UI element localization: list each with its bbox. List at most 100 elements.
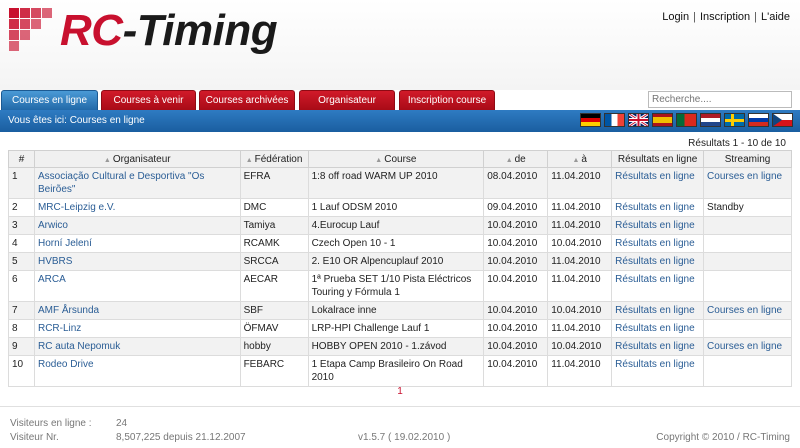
organisateur-link[interactable]: RCR-Linz — [38, 323, 81, 334]
course-cell: Lokalrace inne — [311, 305, 377, 316]
netherlands-flag-icon[interactable] — [700, 113, 721, 127]
streaming-link[interactable]: Courses en ligne — [707, 305, 782, 316]
table-row: 8 RCR-Linz ÖFMAV LRP-HPI Challenge Lauf 1 10… — [8, 319, 792, 338]
start-date-cell: 10.04.2010 — [487, 274, 538, 285]
row-number: 8 — [12, 323, 18, 334]
france-flag-icon[interactable] — [604, 113, 625, 127]
end-date-cell: 11.04.2010 — [551, 256, 601, 267]
results-link[interactable]: Résultats en ligne — [615, 256, 695, 267]
login-link[interactable]: Login — [662, 11, 689, 23]
tab-courses-a-venir[interactable]: Courses à venir — [101, 90, 196, 110]
tab-organisateur[interactable]: Organisateur — [299, 90, 395, 110]
uk-flag-icon[interactable] — [628, 113, 649, 127]
streaming-link[interactable]: Courses en ligne — [707, 171, 782, 182]
col-header-federation[interactable]: ▲ Fédération — [239, 150, 309, 168]
results-link[interactable]: Résultats en ligne — [615, 238, 695, 249]
czech-flag-icon[interactable] — [772, 113, 793, 127]
breadcrumb-bar: Vous êtes ici: Courses en ligne — [0, 110, 800, 132]
course-cell: LRP-HPI Challenge Lauf 1 — [307, 319, 485, 338]
start-date-cell: 10.04.2010 — [483, 234, 549, 253]
sweden-flag-icon[interactable] — [724, 113, 745, 127]
row-number: 4 — [8, 234, 35, 253]
tab-courses-archivees[interactable]: Courses archivées — [199, 90, 295, 110]
results-cell: Résultats en ligne — [611, 270, 705, 302]
copyright: Copyright © 2010 / RC-Timing — [656, 432, 790, 443]
start-date-cell: 10.04.2010 — [487, 305, 538, 316]
sort-arrow-icon: ▲ — [375, 156, 383, 164]
row-number: 4 — [12, 238, 18, 249]
organisateur-link[interactable]: ARCA — [38, 274, 66, 285]
tab-inscription-course[interactable]: Inscription course — [399, 90, 495, 110]
start-date-cell: 10.04.2010 — [483, 270, 549, 302]
site-logo[interactable]: RC-Timing — [60, 6, 278, 56]
federation-cell: FEBARC — [243, 359, 285, 370]
sort-arrow-icon: ▲ — [572, 156, 580, 164]
streaming-cell — [703, 319, 792, 338]
logo-square — [9, 30, 19, 40]
streaming-link[interactable]: Courses en ligne — [707, 341, 782, 352]
federation-cell: EFRA — [239, 167, 309, 199]
russia-flag-icon[interactable] — [748, 113, 769, 127]
organisateur-link[interactable]: MRC-Leipzig e.V. — [38, 202, 115, 213]
help-link[interactable]: L'aide — [761, 11, 790, 23]
organisateur-link[interactable]: Arwico — [38, 220, 68, 231]
tab-courses-en-ligne[interactable]: Courses en ligne — [1, 90, 98, 110]
end-date-cell: 11.04.2010 — [547, 319, 613, 338]
col-header-a[interactable]: ▲ à — [547, 150, 613, 168]
row-number: 6 — [8, 270, 35, 302]
organisateur-link[interactable]: Horní Jelení — [38, 238, 92, 249]
end-date-cell: 11.04.2010 — [547, 198, 613, 217]
course-cell: HOBBY OPEN 2010 - 1.závod — [311, 341, 447, 352]
table-row: 5 HVBRS SRCCA 2. E10 OR Alpencuplauf 2010 10… — [8, 252, 792, 271]
start-date-cell: 10.04.2010 — [483, 301, 549, 320]
logo-square — [42, 8, 52, 18]
germany-flag-icon[interactable] — [580, 113, 601, 127]
results-link[interactable]: Résultats en ligne — [615, 171, 695, 182]
search-input[interactable] — [648, 91, 792, 108]
col-header-organisateur[interactable]: ▲ Organisateur — [33, 150, 241, 168]
federation-cell: SRCCA — [239, 252, 309, 271]
results-link[interactable]: Résultats en ligne — [615, 323, 695, 334]
top-links: Login | Inscription | L'aide — [662, 11, 790, 23]
organisateur-link[interactable]: Associação Cultural e Desportiva "Os Bei… — [38, 171, 204, 195]
register-link[interactable]: Inscription — [700, 11, 750, 23]
start-date-cell: 10.04.2010 — [483, 216, 549, 235]
results-link[interactable]: Résultats en ligne — [615, 305, 695, 316]
portugal-flag-icon[interactable] — [676, 113, 697, 127]
federation-cell: Tamiya — [243, 220, 276, 231]
end-date-cell: 11.04.2010 — [547, 216, 613, 235]
organisateur-cell: Arwico — [33, 216, 241, 235]
table-row: 2 MRC-Leipzig e.V. DMC 1 Lauf ODSM 2010 09.0… — [8, 198, 792, 217]
row-number: 2 — [12, 202, 18, 213]
start-date-cell: 10.04.2010 — [487, 220, 538, 231]
course-cell: 1 Lauf ODSM 2010 — [311, 202, 398, 213]
course-cell: 4.Eurocup Lauf — [307, 216, 485, 235]
streaming-cell — [703, 270, 792, 302]
course-cell: 1ª Prueba SET 1/10 Pista Eléctricos Tour… — [311, 274, 472, 298]
language-flags — [580, 113, 793, 127]
results-link[interactable]: Résultats en ligne — [615, 220, 695, 231]
page-1-link[interactable]: 1 — [397, 386, 403, 397]
organisateur-link[interactable]: HVBRS — [38, 256, 72, 267]
spain-flag-icon[interactable] — [652, 113, 673, 127]
races-table: # ▲ Organisateur ▲ Fédération ▲ Course ▲ de … — [8, 150, 792, 387]
table-row: 1 Associação Cultural e Desportiva "Os Be… — [8, 167, 792, 199]
organisateur-link[interactable]: Rodeo Drive — [38, 359, 94, 370]
course-cell: 2. E10 OR Alpencuplauf 2010 — [307, 252, 485, 271]
streaming-cell — [703, 355, 792, 387]
col-header-course[interactable]: ▲ Course — [307, 150, 485, 168]
results-link[interactable]: Résultats en ligne — [615, 202, 695, 213]
organisateur-link[interactable]: RC auta Nepomuk — [38, 341, 120, 352]
row-number: 6 — [12, 274, 18, 285]
row-number: 10 — [12, 359, 24, 370]
logo-square — [9, 8, 19, 18]
results-cell: Résultats en ligne — [611, 301, 705, 320]
organisateur-link[interactable]: AMF Årsunda — [38, 305, 99, 316]
results-link[interactable]: Résultats en ligne — [615, 359, 695, 370]
streaming-cell: Courses en ligne — [703, 337, 792, 356]
logo-timing-text: -Timing — [122, 6, 278, 55]
results-link[interactable]: Résultats en ligne — [615, 341, 695, 352]
sort-arrow-icon: ▲ — [103, 156, 111, 164]
col-header-de[interactable]: ▲ de — [483, 150, 549, 168]
results-link[interactable]: Résultats en ligne — [615, 274, 695, 285]
